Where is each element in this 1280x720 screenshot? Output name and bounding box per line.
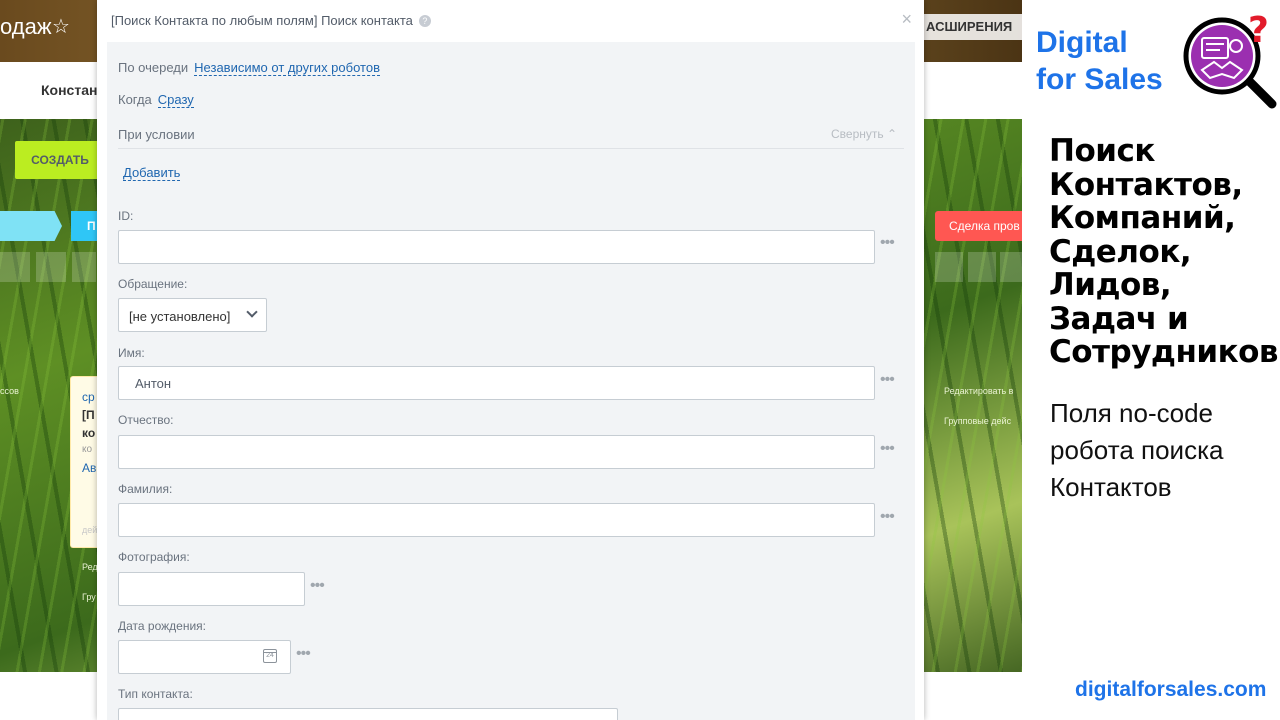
bg-label[interactable]: Групповые дейс xyxy=(944,416,1011,426)
magnifier-handshake-logo-icon: ? xyxy=(1183,12,1277,109)
bg-label[interactable]: Редактировать в xyxy=(944,386,1013,396)
subtext-line: Поля no-code xyxy=(1050,398,1214,428)
brand-name: Digital for Sales xyxy=(1036,24,1163,98)
photo-label: Фотография: xyxy=(118,550,190,564)
crm-tab-contacts[interactable]: Констан xyxy=(41,82,97,98)
headline-line: Поиск xyxy=(1049,133,1155,169)
queue-label: По очереди xyxy=(118,60,189,75)
svg-text:?: ? xyxy=(1248,12,1269,51)
stage-chip[interactable] xyxy=(0,211,62,241)
name-input[interactable] xyxy=(118,366,875,400)
more-icon[interactable]: ••• xyxy=(880,508,895,526)
crm-page-title: одаж xyxy=(0,14,52,39)
bg-label: ко xyxy=(82,426,96,440)
headline: Поиск Контактов, Компаний, Сделок, Лидов… xyxy=(1049,133,1279,370)
robot-settings-dialog: [Поиск Контакта по любым полям] Поиск ко… xyxy=(97,0,924,720)
headline-line: Контактов, xyxy=(1049,166,1243,203)
add-condition-link[interactable]: Добавить xyxy=(123,165,181,181)
calendar-icon[interactable]: 24 xyxy=(263,649,277,663)
subtext-line: Контактов xyxy=(1050,472,1172,502)
surname-label: Фамилия: xyxy=(118,482,173,496)
id-input[interactable] xyxy=(118,230,875,264)
bg-label: Ред xyxy=(82,562,98,572)
name-label: Имя: xyxy=(118,346,145,360)
subtext-line: робота поиска xyxy=(1050,435,1224,465)
favorite-star-icon[interactable]: ☆ xyxy=(52,14,70,39)
salutation-label: Обращение: xyxy=(118,277,188,291)
dialog-title: [Поиск Контакта по любым полям] Поиск ко… xyxy=(111,13,431,28)
subtext: Поля no-code робота поиска Контактов xyxy=(1050,395,1223,506)
condition-label: При условии xyxy=(118,127,195,142)
more-icon[interactable]: ••• xyxy=(310,577,325,595)
salutation-select[interactable]: [не установлено] xyxy=(118,298,267,332)
divider xyxy=(118,148,904,149)
collapse-toggle[interactable]: Свернуть ⌃ xyxy=(831,127,897,141)
patronymic-input[interactable] xyxy=(118,435,875,469)
create-button[interactable]: СОЗДАТЬ xyxy=(15,141,105,179)
birthdate-label: Дата рождения: xyxy=(118,619,206,633)
contact-type-select[interactable] xyxy=(118,708,618,720)
salutation-value: [не установлено] xyxy=(129,309,231,324)
brand-line: for Sales xyxy=(1036,63,1163,96)
patronymic-label: Отчество: xyxy=(118,413,174,427)
chevron-down-icon xyxy=(246,306,258,318)
more-icon[interactable]: ••• xyxy=(296,645,311,663)
queue-selector[interactable]: Независимо от других роботов xyxy=(194,60,380,76)
more-icon[interactable]: ••• xyxy=(880,371,895,389)
promo-panel: Digital for Sales ? Поиск Контактов, Ком… xyxy=(1022,0,1280,720)
contact-type-label: Тип контакта: xyxy=(118,687,193,701)
bg-label: дей xyxy=(82,525,98,535)
more-icon[interactable]: ••• xyxy=(880,440,895,458)
stage-deal-failed[interactable]: Сделка пров xyxy=(935,211,1022,241)
surname-input[interactable] xyxy=(118,503,875,537)
when-row: Когда Сразу xyxy=(118,92,194,108)
headline-line: Задач и xyxy=(1049,300,1189,337)
extensions-button[interactable]: АСШИРЕНИЯ xyxy=(922,14,1022,40)
queue-row: По очереди Независимо от других роботов xyxy=(118,60,380,76)
headline-line: Лидов, xyxy=(1049,267,1172,303)
when-label: Когда xyxy=(118,92,152,107)
bg-label: [П xyxy=(82,408,95,422)
dialog-body: По очереди Независимо от других роботов К… xyxy=(107,42,915,720)
dialog-header: [Поиск Контакта по любым полям] Поиск ко… xyxy=(97,0,924,42)
website-link[interactable]: digitalforsales.com xyxy=(1075,678,1266,702)
headline-line: Компаний, xyxy=(1049,200,1236,236)
help-icon[interactable]: ? xyxy=(418,15,431,27)
bg-label: Гру xyxy=(82,592,96,602)
headline-line: Сделок, xyxy=(1049,233,1192,270)
headline-line: Сотрудников xyxy=(1049,334,1279,370)
brand-line: Digital xyxy=(1036,26,1128,59)
bg-label: ср xyxy=(82,390,95,404)
dialog-title-text: [Поиск Контакта по любым полям] Поиск ко… xyxy=(111,13,413,28)
chevron-up-icon: ⌃ xyxy=(886,127,898,141)
more-icon[interactable]: ••• xyxy=(880,234,895,252)
bg-label: ко xyxy=(82,444,93,455)
when-selector[interactable]: Сразу xyxy=(157,92,194,108)
photo-input[interactable] xyxy=(118,572,305,606)
bg-label: Ав xyxy=(82,461,97,475)
id-label: ID: xyxy=(118,209,134,223)
collapse-label: Свернуть xyxy=(831,127,884,141)
bg-label: ссов xyxy=(0,386,19,396)
close-icon[interactable]: × xyxy=(901,9,912,30)
